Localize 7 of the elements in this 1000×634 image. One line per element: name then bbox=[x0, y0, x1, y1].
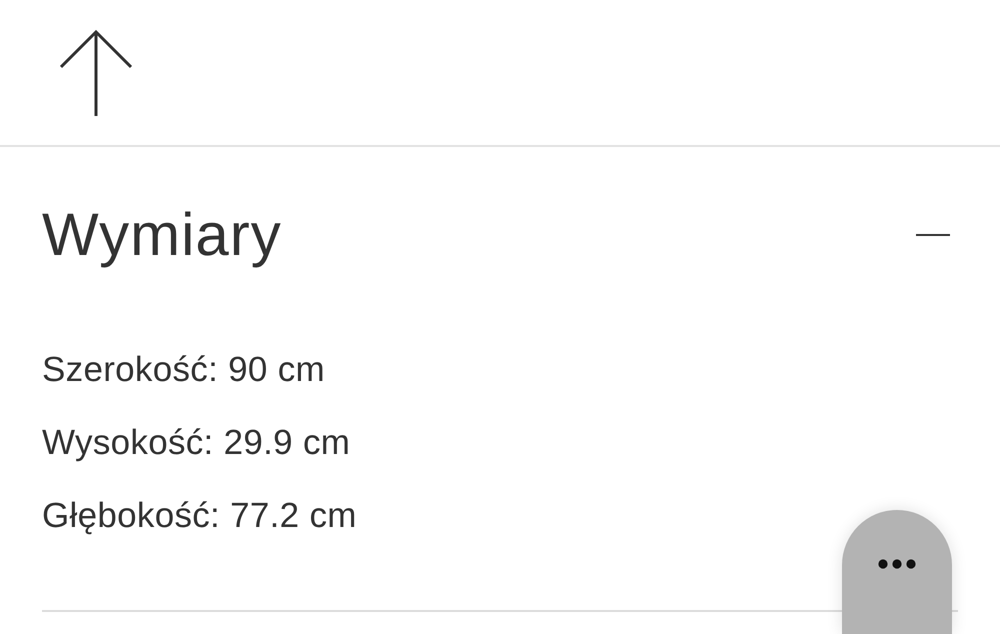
arrow-up-icon[interactable] bbox=[60, 30, 132, 116]
dimension-text: Szerokość: 90 cm bbox=[42, 349, 325, 391]
section-title: Wymiary bbox=[42, 200, 282, 269]
dimension-text: Głębokość: 77.2 cm bbox=[42, 495, 357, 537]
minus-icon[interactable] bbox=[916, 234, 950, 236]
dimension-text: Wysokość: 29.9 cm bbox=[42, 422, 350, 464]
more-icon bbox=[878, 559, 916, 569]
